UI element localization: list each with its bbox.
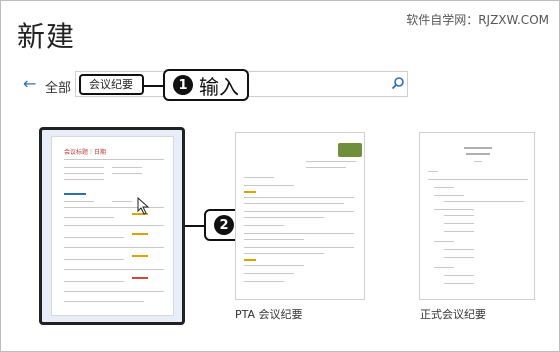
template-thumbnail-meeting-notes: 会议标题｜日期 [51,136,174,316]
new-document-window: 新建 软件自学网：RJZXW.COM ← 全部 会议纪要 1 输入 会议标题｜日… [0,0,560,352]
template-card-selected[interactable]: 会议标题｜日期 [39,127,185,325]
template-card-pta[interactable] [235,132,365,300]
callout-number-2: 2 [214,215,234,235]
back-arrow-icon[interactable]: ← [23,74,36,93]
callout-connector-2 [185,225,205,227]
template-name-formal[interactable]: 正式会议纪要 [420,306,486,322]
callout-input: 1 输入 [163,69,249,101]
callout-label-1: 输入 [199,74,239,99]
template-logo-icon [338,143,362,157]
callout-number-1: 1 [173,75,193,95]
template-card-formal[interactable] [419,132,535,300]
search-input[interactable]: 会议纪要 [79,74,144,95]
template-name-pta[interactable]: PTA 会议纪要 [235,306,303,322]
search-icon[interactable] [391,76,405,90]
thumbnail-doc-title: 会议标题｜日期 [64,149,107,156]
watermark-text: 软件自学网：RJZXW.COM [406,13,549,27]
mouse-cursor-icon [137,197,150,215]
callout-connector-1 [144,85,164,87]
breadcrumb-all[interactable]: 全部 [45,77,71,96]
page-title: 新建 [17,20,76,53]
